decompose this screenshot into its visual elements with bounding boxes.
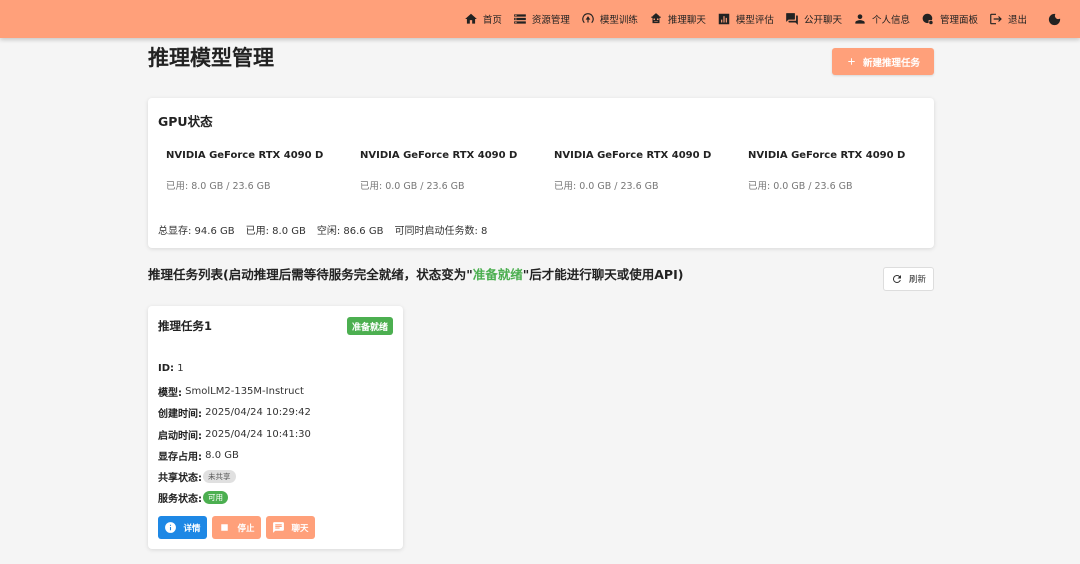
nav-item-label: 模型评估 <box>735 15 774 26</box>
nav-item-label: 退出 <box>1007 15 1027 26</box>
detail-label: 详情 <box>183 523 201 534</box>
chat-button[interactable]: 聊天 <box>266 516 315 539</box>
nav-item-admin[interactable]: 管理面板 <box>921 12 978 26</box>
forum-icon <box>786 13 798 25</box>
home-icon <box>465 13 477 24</box>
field-value: 2025/04/24 10:41:30 <box>202 429 311 440</box>
gpu-item: NVIDIA GeForce RTX 4090 D 已用: 0.0 GB / 2… <box>554 150 744 192</box>
plus-icon <box>848 58 855 65</box>
gpu-total-memory: 总显存: 94.6 GB <box>158 226 235 237</box>
status-badge: 准备就绪 <box>346 317 393 335</box>
theme-toggle-button[interactable] <box>1047 12 1062 27</box>
gpu-summary: 总显存: 94.6 GB 已用: 8.0 GB 空闲: 86.6 GB 可同时启… <box>158 222 487 237</box>
gpu-usage: 已用: 0.0 GB / 23.6 GB <box>360 181 465 192</box>
task-created-field: 创建时间: 2025/04/24 10:29:42 <box>158 405 311 420</box>
nav-item-home[interactable]: 首页 <box>464 12 502 26</box>
gpu-usage: 已用: 0.0 GB / 23.6 GB <box>748 181 853 192</box>
field-label: 启动时间: <box>158 431 202 442</box>
person-icon <box>855 14 865 24</box>
nav-item-training[interactable]: 模型训练 <box>581 12 638 26</box>
storage-icon <box>514 14 526 24</box>
nav-item-label: 资源管理 <box>531 15 570 26</box>
share-status-badge: 未共享 <box>203 470 236 483</box>
service-status-badge: 可用 <box>203 491 228 504</box>
field-value: 1 <box>174 363 184 374</box>
task-id-field: ID: 1 <box>158 363 184 374</box>
admin-icon <box>922 13 933 25</box>
field-label: 模型: <box>158 388 182 399</box>
page-title: 推理模型管理 <box>148 46 274 70</box>
field-label: ID: <box>158 363 175 374</box>
gpu-used-memory: 已用: 8.0 GB <box>245 226 306 237</box>
nav-item-label: 模型训练 <box>599 15 638 26</box>
training-icon <box>582 13 594 24</box>
gpu-item: NVIDIA GeForce RTX 4090 D 已用: 8.0 GB / 2… <box>166 150 356 192</box>
task-model-field: 模型: SmolLM2-135M-Instruct <box>158 384 304 399</box>
detail-button[interactable]: 详情 <box>158 516 207 539</box>
gpu-status-title: GPU状态 <box>158 114 213 129</box>
refresh-icon <box>892 274 901 283</box>
nav-item-public-chat[interactable]: 公开聊天 <box>785 12 842 26</box>
stop-button[interactable]: 停止 <box>212 516 261 539</box>
task-list-title-prefix: 推理任务列表(启动推理后需等待服务完全就绪，状态变为" <box>148 267 473 282</box>
new-task-label: 新建推理任务 <box>862 57 920 69</box>
task-started-field: 启动时间: 2025/04/24 10:41:30 <box>158 427 311 442</box>
task-memory-field: 显存占用: 8.0 GB <box>158 448 239 463</box>
chart-icon <box>718 13 730 25</box>
task-service-field: 服务状态: 可用 <box>158 490 228 505</box>
chat-icon <box>273 522 285 533</box>
gpu-name: NVIDIA GeForce RTX 4090 D <box>554 150 712 161</box>
nav-item-resources[interactable]: 资源管理 <box>513 12 570 26</box>
info-icon <box>165 522 177 533</box>
task-list-title-suffix: "后才能进行聊天或使用API) <box>522 267 684 282</box>
nav-item-label: 推理聊天 <box>667 15 706 26</box>
task-name: 推理任务1 <box>158 319 213 333</box>
field-label: 共享状态: <box>158 473 202 484</box>
task-share-field: 共享状态: 未共享 <box>158 469 236 484</box>
gpu-usage: 已用: 0.0 GB / 23.6 GB <box>554 181 659 192</box>
field-label: 显存占用: <box>158 452 202 463</box>
field-label: 服务状态: <box>158 494 202 505</box>
nav-item-inference-chat[interactable]: 推理聊天 <box>649 12 706 26</box>
logout-icon <box>990 13 1002 25</box>
refresh-button[interactable]: 刷新 <box>883 267 934 291</box>
robot-icon <box>651 13 661 24</box>
top-nav-bar: 首页 资源管理 模型训练 推理聊天 模型评估 公开聊天 个人信息 管理面板 退出 <box>0 0 1080 38</box>
nav-item-label: 首页 <box>482 15 502 26</box>
nav-item-label: 个人信息 <box>871 15 910 26</box>
field-label: 创建时间: <box>158 409 202 420</box>
field-value: 2025/04/24 10:29:42 <box>202 407 311 418</box>
gpu-item: NVIDIA GeForce RTX 4090 D 已用: 0.0 GB / 2… <box>748 150 938 192</box>
nav-item-profile[interactable]: 个人信息 <box>853 12 910 26</box>
gpu-name: NVIDIA GeForce RTX 4090 D <box>748 150 906 161</box>
nav-item-label: 管理面板 <box>939 15 978 26</box>
gpu-usage: 已用: 8.0 GB / 23.6 GB <box>166 181 271 192</box>
moon-icon <box>1048 13 1061 25</box>
field-value: SmolLM2-135M-Instruct <box>182 386 304 397</box>
gpu-name: NVIDIA GeForce RTX 4090 D <box>166 150 324 161</box>
refresh-label: 刷新 <box>908 275 926 285</box>
gpu-item: NVIDIA GeForce RTX 4090 D 已用: 0.0 GB / 2… <box>360 150 550 192</box>
gpu-concurrent-tasks: 可同时启动任务数: 8 <box>394 226 488 237</box>
gpu-status-card: GPU状态 NVIDIA GeForce RTX 4090 D 已用: 8.0 … <box>148 98 934 248</box>
task-list-title: 推理任务列表(启动推理后需等待服务完全就绪，状态变为"准备就绪"后才能进行聊天或… <box>148 264 683 283</box>
gpu-free-memory: 空闲: 86.6 GB <box>316 226 384 237</box>
gpu-name: NVIDIA GeForce RTX 4090 D <box>360 150 518 161</box>
nav-item-evaluation[interactable]: 模型评估 <box>717 12 774 26</box>
nav-item-label: 公开聊天 <box>803 15 842 26</box>
task-card: 推理任务1 准备就绪 ID: 1 模型: SmolLM2-135M-Instru… <box>148 306 403 549</box>
chat-label: 聊天 <box>291 523 309 534</box>
stop-label: 停止 <box>237 523 255 534</box>
task-list-title-highlight: 准备就绪 <box>472 267 523 282</box>
stop-icon <box>221 524 229 531</box>
field-value: 8.0 GB <box>202 450 239 461</box>
new-inference-task-button[interactable]: 新建推理任务 <box>832 48 934 75</box>
nav-item-logout[interactable]: 退出 <box>989 12 1027 26</box>
